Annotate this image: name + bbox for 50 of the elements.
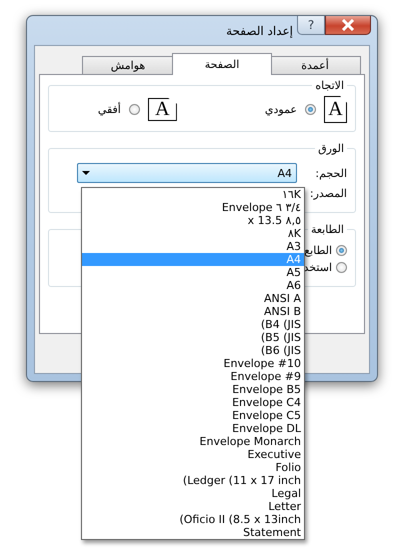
radio-button[interactable] [305,104,316,115]
list-item[interactable]: ANSI A [82,292,304,305]
list-item[interactable]: A5 [82,266,304,279]
list-item[interactable]: Envelope B5 [82,383,304,396]
list-item[interactable]: Envelope #10 [82,357,304,370]
list-item[interactable]: Envelope Monarch [82,435,304,448]
close-button[interactable] [325,16,371,35]
group-title: الطابعة [310,223,345,236]
portrait-page-icon: A [324,96,347,123]
tab[interactable]: هوامش [82,56,174,74]
list-item[interactable]: Statement [82,526,304,539]
radio-label: الطابع [304,244,332,257]
radio-button[interactable] [336,262,347,273]
size-dropdown[interactable]: A4 [77,163,297,183]
radio-label: عمودي [264,103,297,116]
field-label: الحجم: [314,166,347,180]
list-item[interactable]: x 13.5 ٨,٥ [82,214,304,227]
list-item[interactable]: Envelope DL [82,422,304,435]
list-item[interactable]: (B5 (JIS [82,331,304,344]
list-item[interactable]: Executive [82,448,304,461]
list-item[interactable]: Envelope #9 [82,370,304,383]
tab[interactable]: الصفحة [172,53,272,75]
list-item[interactable]: (Oficio II (8.5 x 13inch [82,513,304,526]
list-item[interactable]: (B6 (JIS [82,344,304,357]
close-icon [341,19,355,31]
dropdown-arrow-icon [82,171,90,175]
list-item[interactable]: ٨K [82,227,304,240]
list-item[interactable]: (Ledger (11 x 17 inch [82,474,304,487]
list-item[interactable]: A3 [82,240,304,253]
field-label: المصدر: [308,187,347,200]
list-item[interactable]: A6 [82,279,304,292]
list-item[interactable]: Envelope ٣/٤ ٦ [82,201,304,214]
radio-button[interactable] [128,104,140,115]
list-item[interactable]: ANSI B [82,305,304,318]
group-title: الاتجاه [314,79,345,92]
list-item[interactable]: (B4 (JIS [82,318,304,331]
list-item[interactable]: ١٦K [82,188,304,201]
landscape-page-icon: A [148,98,177,121]
list-item[interactable]: Envelope C5 [82,409,304,422]
group-title: الورق [317,142,345,155]
window-title: إعداد الصفحة [226,24,293,38]
list-item[interactable]: Envelope C4 [82,396,304,409]
tab[interactable]: أعمدة [269,56,361,74]
list-item[interactable]: Letter [82,500,304,513]
list-item[interactable]: Folio [82,461,304,474]
help-button[interactable]: ? [297,16,325,35]
radio-label: استخد [304,261,332,274]
radio-label: أفقي [98,103,121,116]
list-item[interactable]: Legal [82,487,304,500]
radio-button[interactable] [336,245,347,256]
